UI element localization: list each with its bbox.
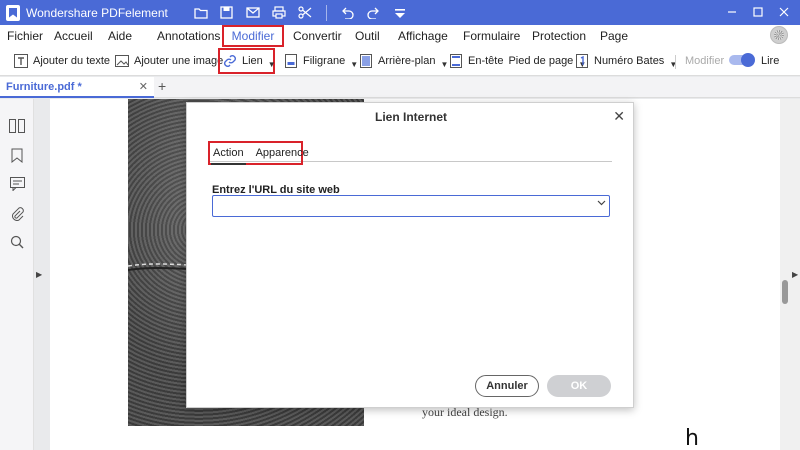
dialog-tab-bar: Action Apparence xyxy=(208,141,612,165)
background-icon xyxy=(359,54,373,68)
tab-action[interactable]: Action xyxy=(211,144,246,165)
menu-outil[interactable]: Outil xyxy=(355,26,380,46)
add-image-label: Ajouter une image xyxy=(134,55,224,67)
menu-annotations[interactable]: Annotations xyxy=(157,26,220,46)
customize-icon[interactable] xyxy=(389,3,411,23)
read-mode-label: Lire xyxy=(761,55,780,67)
bookmark-icon[interactable] xyxy=(9,147,25,163)
chevron-down-icon[interactable] xyxy=(597,198,606,208)
app-logo-icon xyxy=(6,4,20,21)
header-label: En-tête xyxy=(468,55,504,67)
background-button[interactable]: Arrière-plan ▼ xyxy=(359,49,448,73)
header-footer-icon xyxy=(449,54,463,68)
left-sidebar xyxy=(0,99,34,450)
search-icon[interactable] xyxy=(9,234,25,250)
menu-page[interactable]: Page xyxy=(600,26,628,46)
edit-mode-label: Modifier xyxy=(685,55,725,67)
app-title: Wondershare PDFelement xyxy=(26,5,168,20)
menu-protection[interactable]: Protection xyxy=(532,26,586,46)
redo-icon[interactable] xyxy=(363,3,385,23)
chevron-down-icon: ▼ xyxy=(350,59,359,69)
chevron-down-icon: ▼ xyxy=(669,59,678,69)
page-heading-glyph: h xyxy=(685,426,699,450)
save-icon[interactable] xyxy=(216,3,238,23)
url-input[interactable] xyxy=(212,195,610,217)
text-tool-icon xyxy=(14,54,28,68)
menu-accueil[interactable]: Accueil xyxy=(54,26,93,46)
internet-link-dialog: Lien Internet ✕ Action Apparence Entrez … xyxy=(186,102,634,408)
attachment-icon[interactable] xyxy=(9,205,25,221)
link-button[interactable]: Lien ▼ xyxy=(218,48,276,74)
add-tab-icon[interactable]: + xyxy=(158,78,166,94)
avatar[interactable] xyxy=(770,26,788,44)
minimize-icon[interactable] xyxy=(722,3,742,21)
document-tab-strip: Furniture.pdf * ✕ + xyxy=(0,77,800,98)
maximize-icon[interactable] xyxy=(748,3,768,21)
header-footer-button[interactable]: En-tête Pied de page ▼ xyxy=(449,49,586,73)
email-icon[interactable] xyxy=(242,3,264,23)
dialog-title: Lien Internet xyxy=(374,110,447,124)
menu-aide[interactable]: Aide xyxy=(108,26,132,46)
scrollbar-thumb[interactable] xyxy=(782,280,788,304)
menu-formulaire[interactable]: Formulaire xyxy=(463,26,520,46)
add-image-button[interactable]: Ajouter une image xyxy=(115,49,223,73)
image-icon xyxy=(115,54,129,68)
dialog-tabs-highlight: Action Apparence xyxy=(208,141,309,165)
add-text-label: Ajouter du texte xyxy=(33,55,111,67)
print-icon[interactable] xyxy=(268,3,290,23)
toolbar-separator xyxy=(325,4,327,21)
tab-title: Furniture.pdf * xyxy=(6,80,82,93)
watermark-icon xyxy=(284,54,298,68)
link-label: Lien xyxy=(242,55,263,67)
menu-bar: Fichier Accueil Aide Annotations Modifie… xyxy=(0,25,800,47)
watermark-button[interactable]: Filigrane ▼ xyxy=(284,49,358,73)
menu-fichier[interactable]: Fichier xyxy=(7,26,43,46)
window-controls xyxy=(722,3,794,21)
menu-affichage[interactable]: Affichage xyxy=(398,26,448,46)
watermark-label: Filigrane xyxy=(303,55,346,67)
quick-access-toolbar xyxy=(190,3,411,23)
toolbar-separator xyxy=(675,55,676,69)
tab-furniture[interactable]: Furniture.pdf * ✕ xyxy=(0,77,154,98)
collapse-right-icon[interactable]: ▶ xyxy=(792,270,798,279)
close-icon[interactable]: ✕ xyxy=(613,108,625,125)
title-bar: Wondershare PDFelement xyxy=(0,0,800,25)
undo-icon[interactable] xyxy=(337,3,359,23)
bates-icon xyxy=(575,54,589,68)
thumbnails-icon[interactable] xyxy=(9,118,25,134)
collapse-left-icon[interactable]: ▶ xyxy=(36,270,42,279)
menu-modifier[interactable]: Modifier xyxy=(222,25,284,47)
comment-icon[interactable] xyxy=(9,176,25,192)
cancel-button[interactable]: Annuler xyxy=(475,375,539,397)
background-label: Arrière-plan xyxy=(378,55,436,67)
edit-read-toggle[interactable] xyxy=(729,53,755,67)
close-icon[interactable] xyxy=(774,3,794,21)
chevron-down-icon: ▼ xyxy=(440,59,449,69)
footer-label: Pied de page xyxy=(508,55,574,67)
edit-toolbar: Ajouter du texte Ajouter une image Lien … xyxy=(0,47,800,76)
ok-button[interactable]: OK xyxy=(547,375,611,397)
link-icon xyxy=(223,54,237,68)
add-text-button[interactable]: Ajouter du texte xyxy=(14,49,110,73)
scissors-icon[interactable] xyxy=(294,3,316,23)
menu-convertir[interactable]: Convertir xyxy=(293,26,342,46)
chevron-down-icon: ▼ xyxy=(267,59,276,69)
bates-label: Numéro Bates xyxy=(594,55,665,67)
bates-number-button[interactable]: Numéro Bates ▼ xyxy=(575,49,677,73)
tab-appearance[interactable]: Apparence xyxy=(256,144,309,162)
close-tab-icon[interactable]: ✕ xyxy=(139,80,148,93)
folder-icon[interactable] xyxy=(190,3,212,23)
